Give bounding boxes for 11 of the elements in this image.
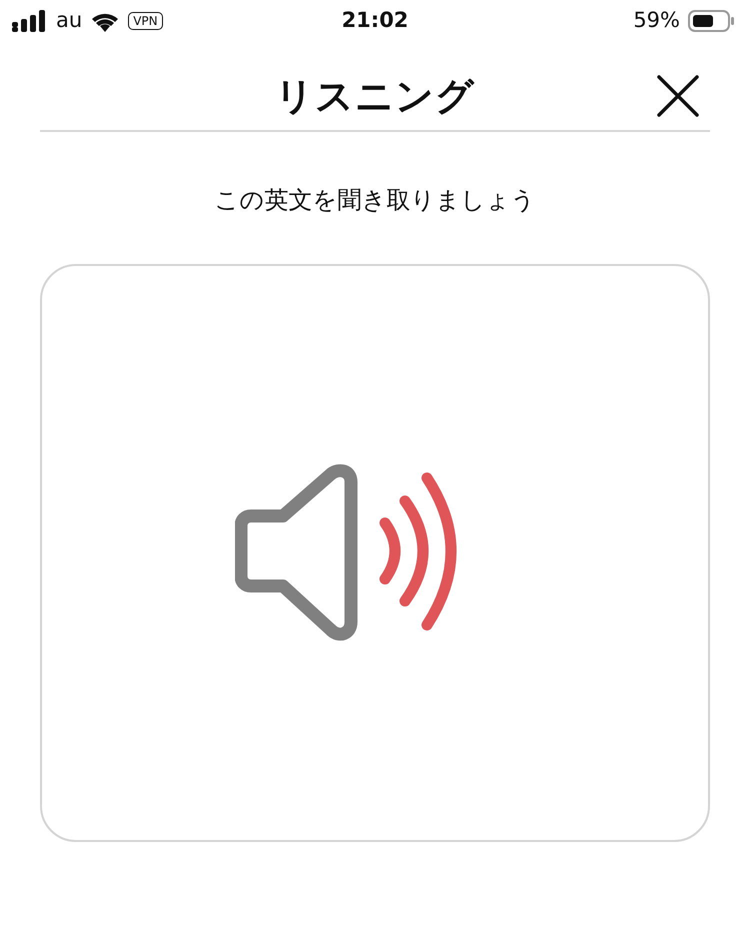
battery-icon (688, 10, 734, 32)
instruction-text: この英文を聞き取りましょう (214, 185, 536, 216)
close-button[interactable] (656, 74, 700, 118)
signal-icon (12, 10, 48, 32)
audio-card[interactable] (40, 264, 710, 842)
vpn-indicator: VPN (128, 12, 163, 30)
page-title: リスニング (275, 72, 475, 120)
clock-time: 21:02 (342, 7, 408, 34)
carrier-name: au (56, 7, 82, 34)
close-icon (656, 74, 700, 118)
battery-percent: 59% (633, 7, 680, 34)
